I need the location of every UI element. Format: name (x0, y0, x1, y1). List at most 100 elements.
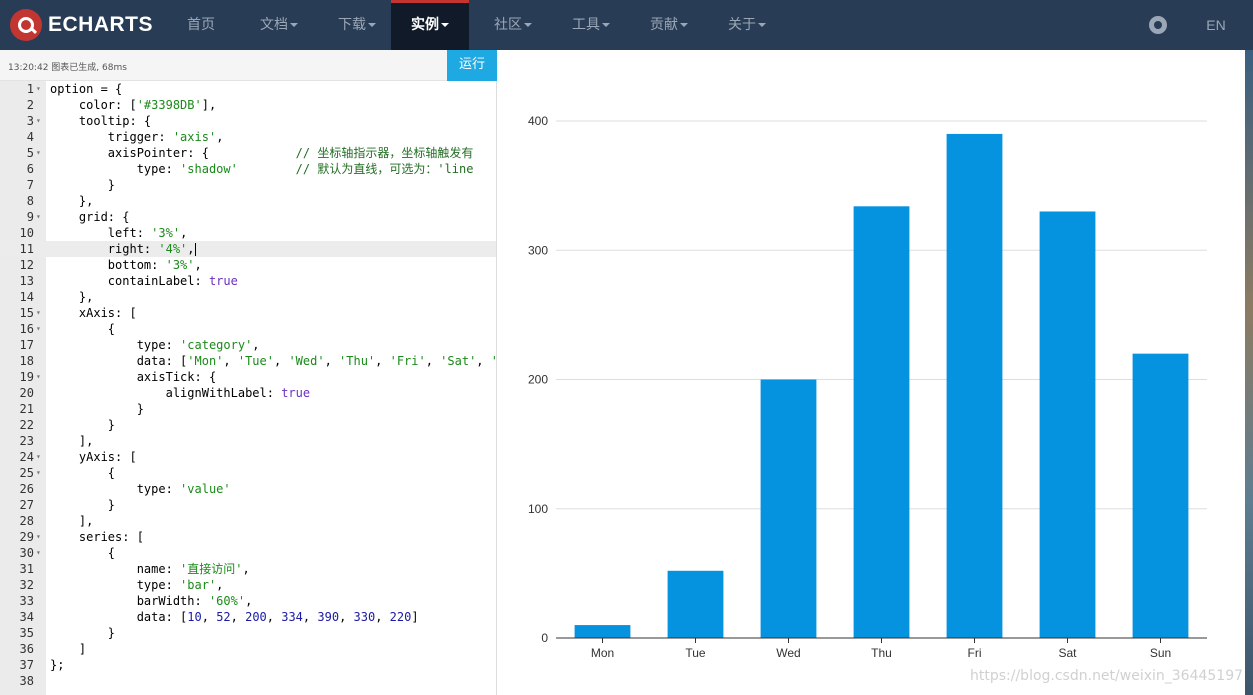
code-line[interactable]: 15 ▾ xAxis: [ (0, 305, 496, 321)
bar-fri (946, 133, 1003, 639)
code-line[interactable]: 1 ▾ option = { (0, 81, 496, 97)
code-text: data: ['Mon', 'Tue', 'Wed', 'Thu', 'Fri'… (50, 354, 496, 368)
code-text: ], (50, 434, 94, 448)
code-text: { (50, 466, 116, 480)
nav-item-6[interactable]: 贡献 (638, 0, 700, 50)
fold-toggle-icon[interactable]: ▾ (36, 113, 41, 129)
nav-item-0[interactable]: 首页 (170, 0, 232, 50)
fold-toggle-icon[interactable]: ▾ (36, 145, 41, 161)
code-line[interactable]: 30 ▾ { (0, 545, 496, 561)
code-line[interactable]: 11 right: '4%', (0, 241, 496, 257)
code-text: } (50, 498, 116, 512)
fold-toggle-icon[interactable]: ▾ (36, 369, 41, 385)
code-text: } (50, 626, 116, 640)
code-editor[interactable]: 1 ▾ option = {2 color: ['#3398DB'], 3 ▾ tool… (0, 81, 497, 695)
code-line[interactable]: 22 } (0, 417, 496, 433)
code-line[interactable]: 7 } (0, 177, 496, 193)
bar-chart: 0 100 200 300 400 Mon Tue Wed Thu Fri Sat Sun (528, 114, 1207, 660)
code-text: } (50, 402, 144, 416)
code-text: }; (50, 658, 65, 672)
code-line[interactable]: 33 barWidth: '60%', (0, 593, 496, 609)
language-switch[interactable]: EN (1198, 0, 1234, 50)
nav-item-label: 实例 (411, 17, 439, 33)
code-line[interactable]: 6 type: 'shadow' // 默认为直线，可选为：'line (0, 161, 496, 177)
bar-tue (667, 570, 724, 638)
code-line[interactable]: 20 alignWithLabel: true (0, 385, 496, 401)
code-line[interactable]: 13 containLabel: true (0, 273, 496, 289)
echarts-logo-icon (10, 9, 42, 41)
code-line[interactable]: 29 ▾ series: [ (0, 529, 496, 545)
line-number: 16 (19, 322, 34, 336)
nav-item-label: 首页 (187, 17, 215, 33)
line-number: 35 (19, 626, 34, 640)
bar-sun (1132, 353, 1189, 638)
line-number: 8 (26, 194, 34, 208)
code-line[interactable]: 19 ▾ axisTick: { (0, 369, 496, 385)
fold-toggle-icon[interactable]: ▾ (36, 209, 41, 225)
y-tick-label: 100 (528, 502, 548, 516)
github-icon[interactable] (1149, 16, 1167, 34)
code-line[interactable]: 26 type: 'value' (0, 481, 496, 497)
x-tick-label: Wed (776, 646, 800, 660)
code-line[interactable]: 14 }, (0, 289, 496, 305)
code-line[interactable]: 3 ▾ tooltip: { (0, 113, 496, 129)
line-number: 23 (19, 434, 34, 448)
nav-item-1[interactable]: 文档 (248, 0, 310, 50)
code-line[interactable]: 21 } (0, 401, 496, 417)
render-status-text: 13:20:42 图表已生成, 68ms (8, 63, 127, 73)
run-button[interactable]: 运行 (447, 50, 497, 81)
code-text: }, (50, 194, 94, 208)
fold-toggle-icon[interactable]: ▾ (36, 321, 41, 337)
code-line[interactable]: 18 data: ['Mon', 'Tue', 'Wed', 'Thu', 'F… (0, 353, 496, 369)
code-line[interactable]: 34 data: [10, 52, 200, 334, 390, 330, 22… (0, 609, 496, 625)
nav-item-4[interactable]: 社区 (482, 0, 544, 50)
code-line[interactable]: 24 ▾ yAxis: [ (0, 449, 496, 465)
fold-toggle-icon[interactable]: ▾ (36, 545, 41, 561)
code-line[interactable]: 27 } (0, 497, 496, 513)
code-line[interactable]: 37}; (0, 657, 496, 673)
code-text: type: 'value' (50, 482, 231, 496)
fold-toggle-icon[interactable]: ▾ (36, 81, 41, 97)
code-line[interactable]: 28 ], (0, 513, 496, 529)
code-line[interactable]: 9 ▾ grid: { (0, 209, 496, 225)
fold-toggle-icon[interactable]: ▾ (36, 465, 41, 481)
x-tick-label: Sun (1150, 646, 1171, 660)
line-number: 1 (26, 82, 34, 96)
line-number: 17 (19, 338, 34, 352)
fold-toggle-icon[interactable]: ▾ (36, 305, 41, 321)
line-number: 21 (19, 402, 34, 416)
code-text: } (50, 178, 116, 192)
code-text: containLabel: true (50, 274, 238, 288)
line-number: 31 (19, 562, 34, 576)
desktop-background-edge (1245, 50, 1253, 695)
line-number: 13 (19, 274, 34, 288)
code-line[interactable]: 16 ▾ { (0, 321, 496, 337)
nav-item-2[interactable]: 下载 (326, 0, 388, 50)
line-number: 9 (26, 210, 34, 224)
code-line[interactable]: 10 left: '3%', (0, 225, 496, 241)
code-line[interactable]: 32 type: 'bar', (0, 577, 496, 593)
fold-toggle-icon[interactable]: ▾ (36, 529, 41, 545)
code-line[interactable]: 38 (0, 673, 496, 689)
dropdown-caret-icon (290, 23, 298, 27)
x-tick-label: Tue (685, 646, 706, 660)
code-line[interactable]: 2 color: ['#3398DB'], (0, 97, 496, 113)
editor-toolbar: 13:20:42 图表已生成, 68ms (0, 50, 497, 81)
code-line[interactable]: 25 ▾ { (0, 465, 496, 481)
code-line[interactable]: 36 ] (0, 641, 496, 657)
code-line[interactable]: 8 }, (0, 193, 496, 209)
code-line[interactable]: 31 name: '直接访问', (0, 561, 496, 577)
nav-item-7[interactable]: 关于 (716, 0, 778, 50)
nav-item-5[interactable]: 工具 (560, 0, 622, 50)
code-line[interactable]: 5 ▾ axisPointer: { // 坐标轴指示器，坐标轴触发有 (0, 145, 496, 161)
code-line[interactable]: 4 trigger: 'axis', (0, 129, 496, 145)
nav-item-3[interactable]: 实例 (391, 0, 469, 50)
echarts-logo[interactable]: ECHARTS (10, 9, 153, 41)
code-line[interactable]: 12 bottom: '3%', (0, 257, 496, 273)
code-line[interactable]: 23 ], (0, 433, 496, 449)
line-number: 25 (19, 466, 34, 480)
dropdown-caret-icon (441, 23, 449, 27)
code-line[interactable]: 17 type: 'category', (0, 337, 496, 353)
fold-toggle-icon[interactable]: ▾ (36, 449, 41, 465)
code-line[interactable]: 35 } (0, 625, 496, 641)
